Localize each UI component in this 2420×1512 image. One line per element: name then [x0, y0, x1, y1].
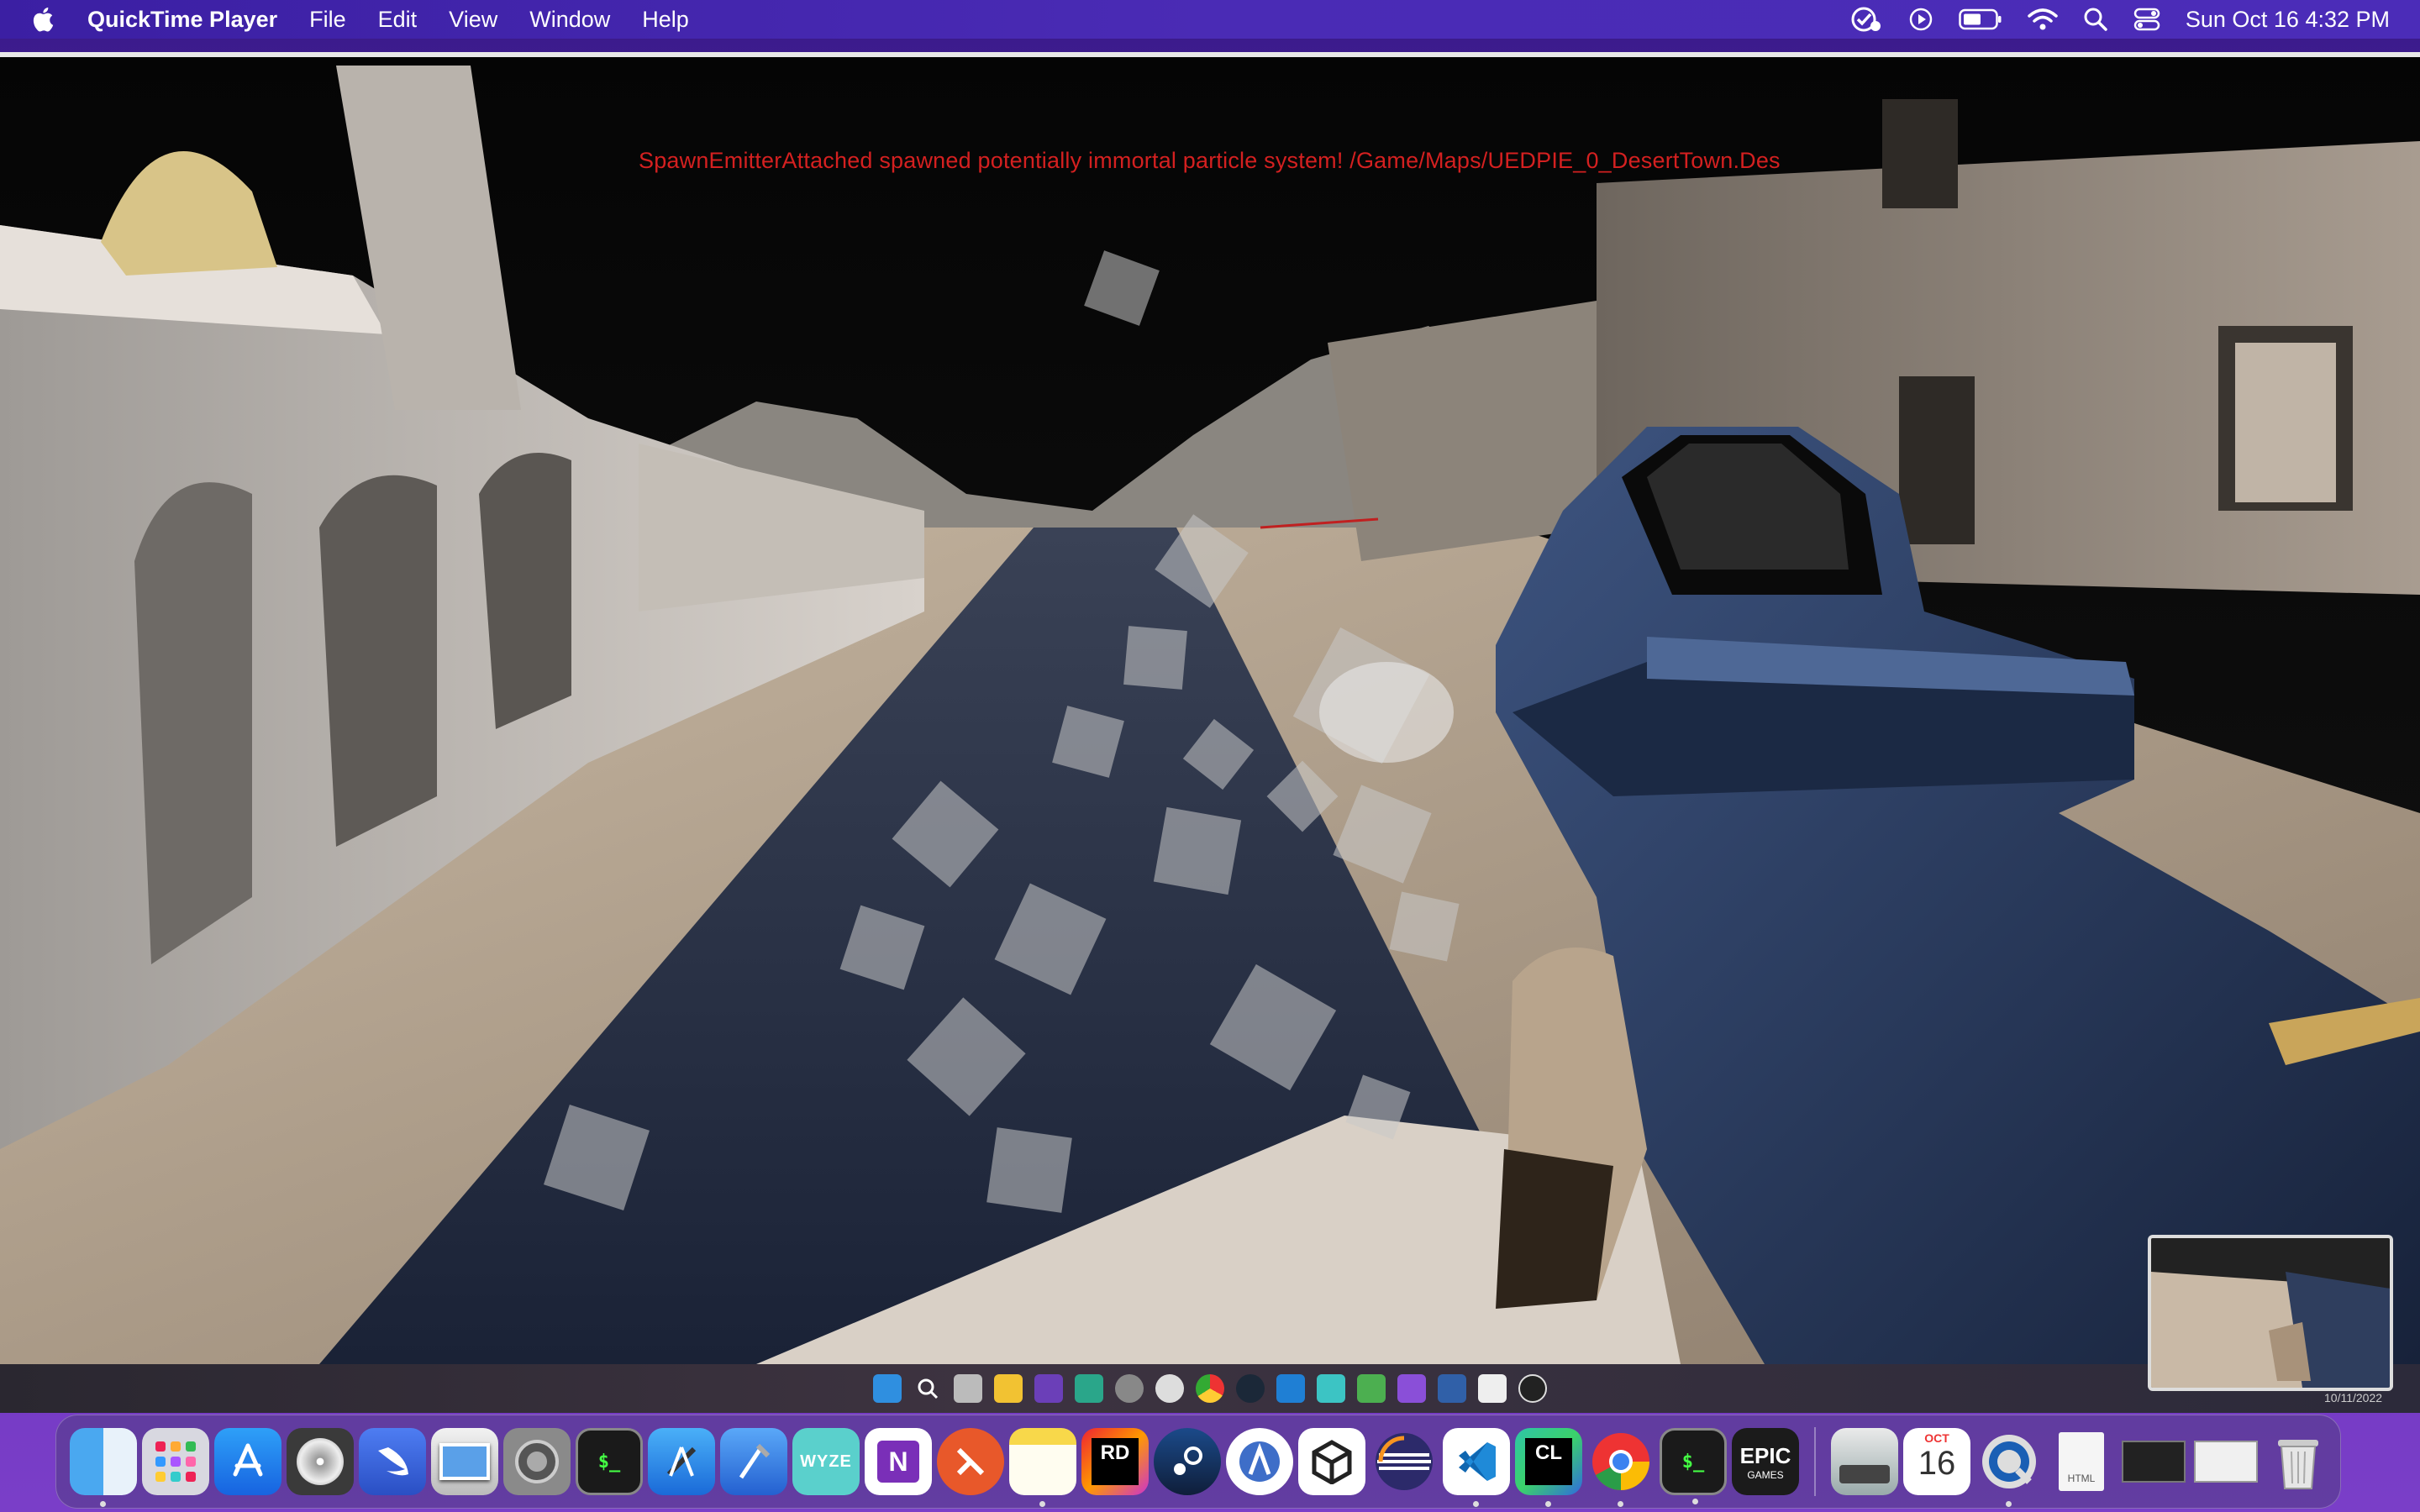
- clion-label: CL: [1525, 1438, 1572, 1485]
- search-icon: [913, 1374, 942, 1403]
- unity-icon[interactable]: [1298, 1428, 1365, 1495]
- epic-label: EPIC: [1739, 1442, 1791, 1468]
- running-indicator: [1039, 1501, 1045, 1507]
- help-menu[interactable]: Help: [642, 7, 689, 33]
- terminal-prompt-label: $_: [597, 1451, 621, 1473]
- vscode-icon: [1276, 1374, 1305, 1403]
- android-studio-icon[interactable]: [1226, 1428, 1293, 1495]
- finder-icon[interactable]: [70, 1428, 137, 1507]
- disk-graphic: [297, 1438, 344, 1485]
- preview-icon[interactable]: [431, 1428, 498, 1495]
- app-icon: [1075, 1374, 1103, 1403]
- instruments-icon[interactable]: [720, 1428, 787, 1495]
- terminal-prompt-label: $_: [1681, 1451, 1705, 1473]
- eclipse-icon[interactable]: [1370, 1428, 1438, 1495]
- app-icon: [1155, 1374, 1184, 1403]
- settings-icon: [1115, 1374, 1144, 1403]
- running-indicator: [2006, 1501, 2012, 1507]
- edit-menu[interactable]: Edit: [378, 7, 418, 33]
- game-scene: [0, 57, 2420, 1364]
- view-menu[interactable]: View: [449, 7, 497, 33]
- task-view-icon: [954, 1374, 982, 1403]
- window-stack-icon[interactable]: [2120, 1428, 2187, 1495]
- chrome-icon: [1196, 1374, 1224, 1403]
- spotlight-search-icon[interactable]: [2083, 7, 2108, 32]
- running-indicator: [1692, 1499, 1698, 1504]
- running-indicator: [1473, 1501, 1479, 1507]
- dock-separator: [1814, 1427, 1816, 1496]
- trash-icon[interactable]: [2265, 1428, 2332, 1495]
- play-circle-icon[interactable]: [1908, 7, 1933, 32]
- chrome-icon[interactable]: [1587, 1428, 1655, 1507]
- visual-studio-purple-icon: [1397, 1374, 1426, 1403]
- system-preferences-icon[interactable]: [503, 1428, 571, 1495]
- file-explorer-icon: [994, 1374, 1023, 1403]
- thumbnail-date: 10/11/2022: [2324, 1391, 2383, 1404]
- drive-slot: [1839, 1465, 1890, 1483]
- onenote-label: N: [877, 1441, 919, 1483]
- steam-icon: [1236, 1374, 1265, 1403]
- screenshot-thumbnail[interactable]: [2148, 1235, 2393, 1391]
- dock: $_ WYZE N RD CL $_ EPIC GAMES OCT 16 HTM…: [55, 1415, 2341, 1509]
- notes-icon[interactable]: [1009, 1428, 1076, 1507]
- rider-label: RD: [1092, 1438, 1139, 1485]
- running-indicator: [1618, 1501, 1623, 1507]
- unreal-engine-icon: [1518, 1374, 1547, 1403]
- desktop: QuickTime Player File Edit View Window H…: [0, 0, 2420, 1512]
- running-indicator: [100, 1501, 106, 1507]
- app-name-menu[interactable]: QuickTime Player: [87, 7, 277, 33]
- visual-studio-icon: [1034, 1374, 1063, 1403]
- html-file-icon[interactable]: HTML: [2048, 1428, 2115, 1495]
- app-icon: [1478, 1374, 1507, 1403]
- rider-icon[interactable]: RD: [1081, 1428, 1149, 1495]
- clion-icon[interactable]: CL: [1515, 1428, 1582, 1507]
- quicktime-icon[interactable]: [1975, 1428, 2043, 1507]
- app-store-icon[interactable]: [214, 1428, 281, 1495]
- menu-bar: QuickTime Player File Edit View Window H…: [0, 0, 2420, 39]
- launchpad-icon[interactable]: [142, 1428, 209, 1495]
- vscode-icon[interactable]: [1443, 1428, 1510, 1507]
- steam-icon[interactable]: [1154, 1428, 1221, 1495]
- focus-check-icon[interactable]: [1849, 5, 1883, 34]
- disk-utility-icon[interactable]: [287, 1428, 354, 1495]
- onenote-icon[interactable]: N: [865, 1428, 932, 1495]
- wifi-icon[interactable]: [2028, 8, 2058, 31]
- apple-menu-icon[interactable]: [30, 5, 59, 34]
- app-icon: [1317, 1374, 1345, 1403]
- epic-games-icon[interactable]: EPIC GAMES: [1732, 1428, 1799, 1495]
- control-center-icon[interactable]: [2133, 7, 2160, 32]
- terminal-icon[interactable]: $_: [576, 1428, 643, 1495]
- terminal-icon-2[interactable]: $_: [1660, 1428, 1727, 1504]
- running-indicator: [1545, 1501, 1551, 1507]
- screenshot-preview: [2194, 1441, 2258, 1483]
- debug-message: SpawnEmitterAttached spawned potentially…: [639, 148, 1781, 173]
- recorded-taskbar: [0, 1364, 2420, 1413]
- xcode-icon[interactable]: [648, 1428, 715, 1495]
- window-menu[interactable]: Window: [529, 7, 610, 33]
- status-area: Sun Oct 16 4:32 PM: [1849, 0, 2390, 39]
- remote-desktop-icon[interactable]: [937, 1428, 1004, 1495]
- video-player-frame[interactable]: SpawnEmitterAttached spawned potentially…: [0, 57, 2420, 1364]
- windows-start-icon: [873, 1374, 902, 1403]
- games-label: GAMES: [1747, 1468, 1784, 1481]
- html-file-label: HTML: [2059, 1432, 2104, 1491]
- swift-playgrounds-icon[interactable]: [359, 1428, 426, 1495]
- rider-run-icon: [1357, 1374, 1386, 1403]
- disk-drive-icon[interactable]: [1831, 1428, 1898, 1495]
- screenshot-stack-icon[interactable]: [2192, 1428, 2260, 1495]
- file-menu[interactable]: File: [309, 7, 346, 33]
- wyze-icon[interactable]: WYZE: [792, 1428, 860, 1495]
- calendar-day: 16: [1918, 1445, 1956, 1482]
- wyze-label: WYZE: [800, 1452, 852, 1471]
- powershell-icon: [1438, 1374, 1466, 1403]
- photo-graphic: [439, 1443, 490, 1480]
- battery-icon[interactable]: [1959, 8, 2002, 30]
- menu-clock[interactable]: Sun Oct 16 4:32 PM: [2186, 7, 2390, 33]
- calendar-icon[interactable]: OCT 16: [1903, 1428, 1970, 1495]
- calendar-month: OCT: [1924, 1431, 1949, 1445]
- window-preview: [2122, 1441, 2186, 1483]
